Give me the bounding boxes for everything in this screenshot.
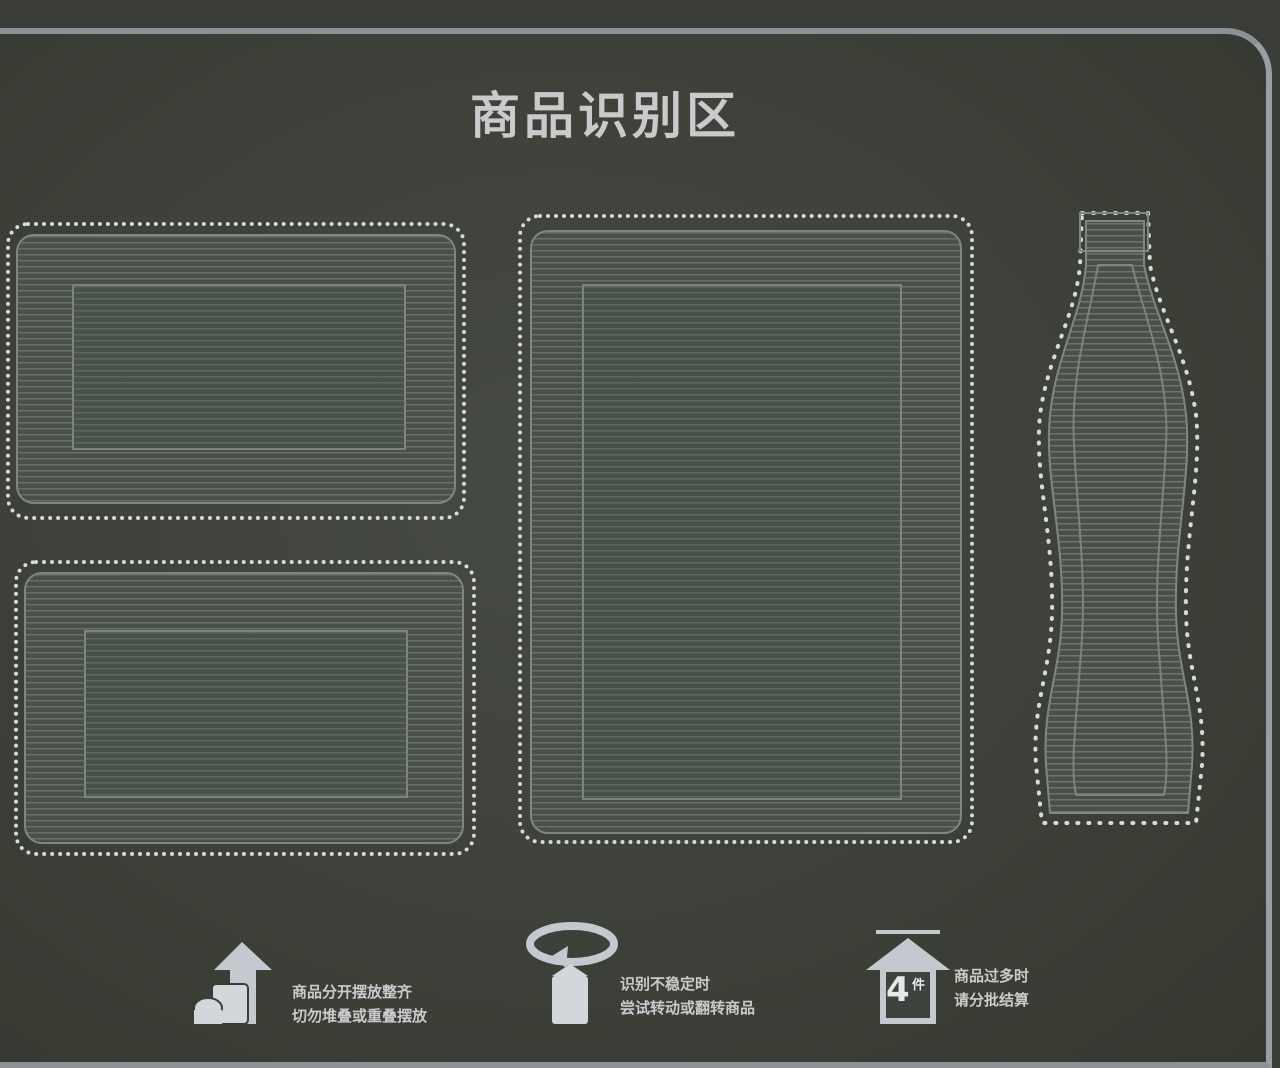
hint-3-line-1: 商品过多时 [954,967,1030,985]
item-limit-icon: 4 件 [864,930,952,1024]
separate-items-icon [190,938,280,1025]
zone-top-left[interactable] [6,222,466,520]
hint-text-1: 商品分开摆放整齐 切勿堆叠或重叠摆放 [292,980,427,1028]
hint-2-line-2: 尝试转动或翻转商品 [620,999,756,1017]
tray-inner-top-left [72,284,406,450]
hint-text-3: 商品过多时 请分批结算 [954,964,1029,1012]
hint-1-line-1: 商品分开摆放整齐 [292,983,413,1001]
hint-2-line-1: 识别不稳定时 [620,975,711,993]
hint-1-line-2: 切勿堆叠或重叠摆放 [292,1007,428,1025]
hint-3-line-2: 请分批结算 [954,991,1030,1009]
page-title: 商品识别区 [470,87,740,145]
zone-bottom-left[interactable] [14,560,476,856]
item-limit-unit: 件 [912,978,926,993]
zone-bottle[interactable] [1020,205,1220,835]
item-limit-badge: 4 件 [884,970,934,1016]
bottle-outline [1033,211,1205,825]
rotate-item-icon [522,918,622,1024]
tray-top-left [16,234,456,504]
tray-inner-center [582,284,902,800]
hint-text-2: 识别不稳定时 尝试转动或翻转商品 [620,972,755,1020]
tray-inner-bottom-left [84,630,408,798]
tray-bottom-left [24,572,464,844]
item-limit-number: 4 [886,970,910,1010]
tray-center [530,230,962,834]
zone-center[interactable] [518,214,974,844]
